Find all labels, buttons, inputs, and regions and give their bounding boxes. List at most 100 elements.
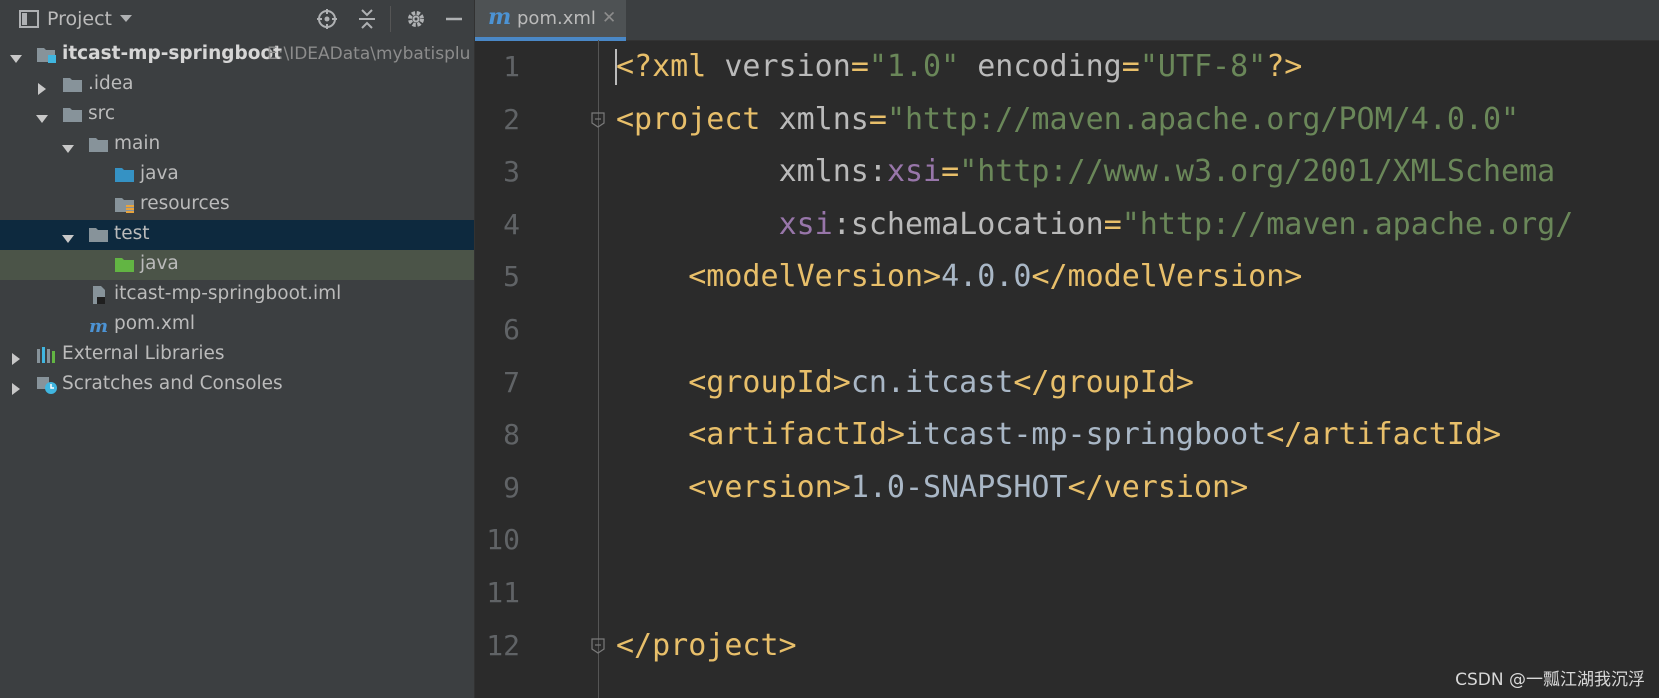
project-view-title[interactable]: Project <box>47 8 112 30</box>
code-editor[interactable]: 1 <?xml version="1.0" encoding="UTF-8"?> 2… <box>475 41 1659 672</box>
tree-item-label: itcast-mp-springboot.iml <box>114 283 342 304</box>
gear-icon[interactable] <box>405 8 427 30</box>
project-view-icon[interactable] <box>18 8 40 30</box>
code-token: = <box>941 154 960 190</box>
tree-item-label: main <box>114 133 161 154</box>
code-line[interactable]: 4 xsi:schemaLocation="http://maven.apach… <box>475 199 1659 252</box>
fold-marker-icon[interactable] <box>591 637 605 654</box>
code-token: <groupId> <box>688 364 851 400</box>
code-token: xmlns: <box>778 154 887 190</box>
code-token: = <box>1103 206 1122 242</box>
chevron-down-icon[interactable] <box>62 139 74 153</box>
code-line[interactable]: 10 <box>475 514 1659 567</box>
editor-tab-bar: m pom.xml ✕ <box>475 0 1659 41</box>
code-token: "http://maven.apache.org/POM/4.0.0" <box>886 101 1520 137</box>
line-number: 8 <box>503 418 520 452</box>
chevron-right-icon[interactable] <box>10 379 22 395</box>
source-folder-icon <box>114 165 136 185</box>
chevron-down-icon[interactable] <box>118 10 140 32</box>
chevron-down-icon[interactable] <box>10 49 22 63</box>
line-number: 6 <box>503 312 520 346</box>
code-line[interactable]: 3 xmlns:xsi="http://www.w3.org/2001/XMLS… <box>475 146 1659 199</box>
code-token: "UTF-8" <box>1139 49 1267 84</box>
code-token: </artifactId> <box>1266 417 1502 453</box>
folder-icon <box>62 75 84 95</box>
tree-item[interactable]: .idea <box>0 70 474 100</box>
code-token: xml <box>652 49 725 84</box>
tree-item-label: itcast-mp-springboot <box>62 43 283 64</box>
code-text: xsi:schemaLocation="http://maven.apache.… <box>616 206 1574 242</box>
code-line[interactable]: 1 <?xml version="1.0" encoding="UTF-8"?> <box>475 41 1659 94</box>
tree-item[interactable]: External Libraries <box>0 340 474 370</box>
iml-file-icon <box>88 285 110 305</box>
project-panel-header: Project <box>0 0 474 40</box>
code-line[interactable]: 8 <artifactId>itcast-mp-springboot</arti… <box>475 409 1659 462</box>
chevron-right-icon[interactable] <box>10 349 22 365</box>
code-token: 1.0-SNAPSHOT <box>850 469 1068 505</box>
code-line[interactable]: 9 <version>1.0-SNAPSHOT</version> <box>475 462 1659 515</box>
close-icon[interactable]: ✕ <box>602 8 616 28</box>
code-line[interactable]: 2 <project xmlns="http://maven.apache.org… <box>475 94 1659 147</box>
editor-area: m pom.xml ✕ 1 <?xml version="1.0" encodin… <box>475 0 1659 698</box>
code-text: <modelVersion>4.0.0</modelVersion> <box>616 259 1302 294</box>
line-number: 7 <box>503 365 520 399</box>
chevron-right-icon[interactable] <box>36 79 48 95</box>
code-text: <version>1.0-SNAPSHOT</version> <box>616 470 1248 505</box>
tree-item[interactable]: Scratches and Consoles <box>0 370 474 400</box>
collapse-all-icon[interactable] <box>356 8 378 30</box>
code-token: <? <box>616 49 653 84</box>
locate-icon[interactable] <box>316 8 338 30</box>
folder-icon <box>62 105 84 125</box>
tree-item-label: .idea <box>88 73 134 94</box>
line-number: 11 <box>486 575 520 609</box>
tree-item[interactable]: java <box>0 250 474 280</box>
watermark: CSDN @一瓢江湖我沉浮 <box>1455 670 1645 690</box>
chevron-down-icon[interactable] <box>62 229 74 243</box>
tree-item[interactable]: src <box>0 100 474 130</box>
code-token: encoding <box>977 49 1122 84</box>
tab-pom-xml[interactable]: m pom.xml ✕ <box>475 0 626 41</box>
tree-item-label: src <box>88 103 116 124</box>
line-number: 10 <box>486 523 520 557</box>
code-token: </modelVersion> <box>1031 259 1303 295</box>
minimize-icon[interactable] <box>443 8 465 30</box>
maven-file-icon: m <box>88 315 110 337</box>
tree-item[interactable]: resources <box>0 190 474 220</box>
code-token: <artifactId> <box>688 417 905 453</box>
test-folder-icon <box>114 255 136 275</box>
module-folder-icon <box>36 45 58 65</box>
code-token: xmlns <box>778 101 869 137</box>
code-token: itcast-mp-springboot <box>905 417 1267 453</box>
code-token: :schemaLocation <box>832 206 1104 242</box>
tree-item[interactable]: test <box>0 220 474 250</box>
header-divider <box>390 6 391 32</box>
scratches-icon <box>36 375 58 395</box>
folder-icon <box>88 135 110 155</box>
tree-item-label: Scratches and Consoles <box>62 373 283 394</box>
line-number: 9 <box>503 470 520 504</box>
fold-marker-icon[interactable] <box>591 111 605 128</box>
tree-item[interactable]: main <box>0 130 474 160</box>
code-line[interactable]: 6 <box>475 304 1659 357</box>
tree-item[interactable]: m pom.xml <box>0 310 474 340</box>
tree-item[interactable]: java <box>0 160 474 190</box>
tree-item-label: resources <box>140 193 230 214</box>
code-line[interactable]: 11 <box>475 567 1659 620</box>
code-token: <version> <box>688 469 851 505</box>
line-number: 1 <box>503 50 520 83</box>
tree-item-label: java <box>140 253 179 274</box>
maven-file-icon: m <box>488 4 512 30</box>
code-line[interactable]: 7 <groupId>cn.itcast</groupId> <box>475 357 1659 410</box>
tree-item[interactable]: itcast-mp-springboot.iml <box>0 280 474 310</box>
chevron-down-icon[interactable] <box>36 109 48 123</box>
code-line[interactable]: 5 <modelVersion>4.0.0</modelVersion> <box>475 251 1659 304</box>
tree-item[interactable]: itcast-mp-springboot E:\IDEAData\mybatisp… <box>0 40 474 70</box>
code-token: "http://maven.apache.org/ <box>1121 206 1574 242</box>
code-text: xmlns:xsi="http://www.w3.org/2001/XMLSch… <box>616 154 1556 190</box>
code-token: "http://www.w3.org/2001/XMLSchema <box>959 154 1556 190</box>
